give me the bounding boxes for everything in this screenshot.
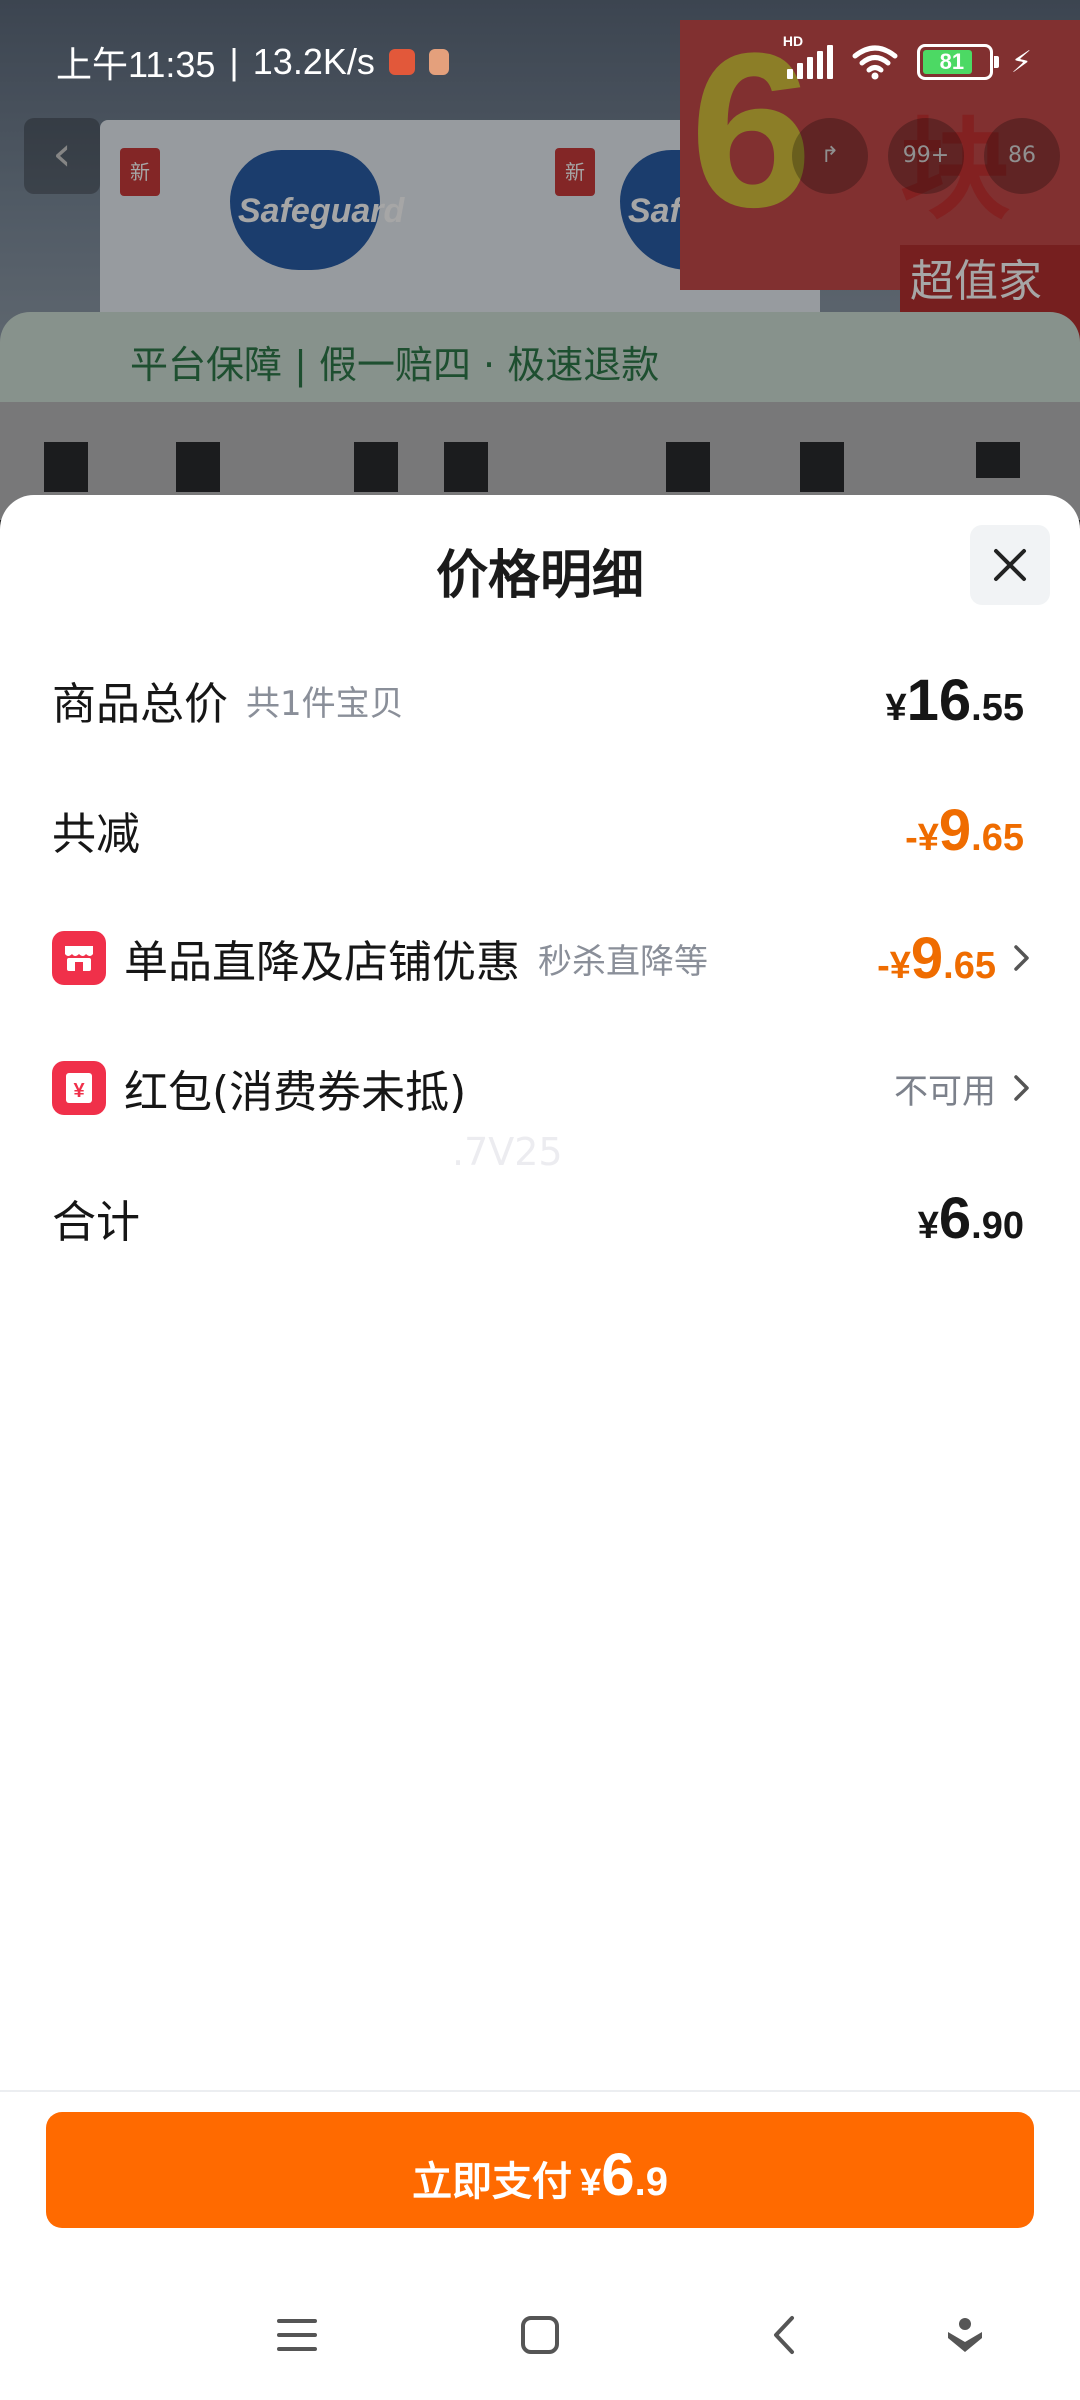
red-packet-row[interactable]: ¥ 红包(消费券未抵) 不可用 [52,1048,1029,1128]
home-icon [521,2316,559,2354]
row-label: 合计 [52,1197,140,1248]
total-price-row: 商品总价 共1件宝贝 ¥16.55 [52,660,1024,740]
pay-label: 立即支付 [412,2159,573,2205]
pay-now-button[interactable]: 立即支付 ¥6.9 [46,2112,1034,2228]
back-icon [774,2316,794,2354]
status-bar: 上午11:35 | 13.2K/s HD 81 ⚡ [0,0,1080,124]
grand-total: ¥6.90 [917,1185,1024,1251]
row-label: 红包(消费券未抵) [124,1067,467,1118]
svg-text:¥: ¥ [73,1080,85,1102]
red-packet-status: 不可用 [894,1071,996,1112]
separator: | [229,41,239,82]
shop-icon [52,931,106,985]
row-note: 秒杀直降等 [538,941,708,982]
home-button[interactable] [505,2300,575,2370]
row-note: 共1件宝贝 [246,683,404,724]
discount-total-row: 共减 -¥ 9.65 [52,790,1024,870]
close-icon [994,549,1026,581]
charging-icon: ⚡ [1010,44,1032,80]
battery-icon: 81 [916,44,999,80]
back-nav-button[interactable] [750,2300,820,2370]
assistant-button[interactable] [930,2300,1000,2370]
row-label: 单品直降及店铺优惠 [124,937,520,988]
grand-total-row: 合计 ¥6.90 [52,1178,1024,1258]
close-button[interactable] [970,525,1050,605]
app-notification-icon [428,49,449,75]
signal-icon: HD [783,33,833,79]
assistant-icon [948,2318,982,2352]
row-label: 共减 [52,809,140,860]
total-price: ¥16.55 [885,667,1024,733]
clock: 上午11:35 [56,44,216,85]
chevron-right-icon [1002,938,1042,978]
shop-discount: -¥ 9.65 [877,925,996,991]
network-speed: 13.2K/s [252,41,375,82]
red-packet-icon: ¥ [52,1061,106,1115]
sheet-title: 价格明细 [435,546,644,606]
app-notification-icon [388,49,415,75]
menu-icon [277,2319,317,2351]
chevron-right-icon [1002,1068,1042,1108]
watermark: .7V25 [452,1130,563,1174]
menu-button[interactable] [262,2300,332,2370]
battery-level: 81 [939,49,965,74]
shop-discount-row[interactable]: 单品直降及店铺优惠 秒杀直降等 -¥ 9.65 [52,918,1029,998]
wifi-icon [852,45,898,80]
row-label: 商品总价 [52,679,228,730]
pay-bar: 立即支付 ¥6.9 [0,2090,1080,2270]
price-detail-sheet: 价格明细 商品总价 共1件宝贝 ¥16.55 共减 -¥ 9.65 单品直降及店铺… [0,495,1080,2270]
system-nav-bar [0,2270,1080,2400]
discount-total: -¥ 9.65 [905,797,1024,863]
